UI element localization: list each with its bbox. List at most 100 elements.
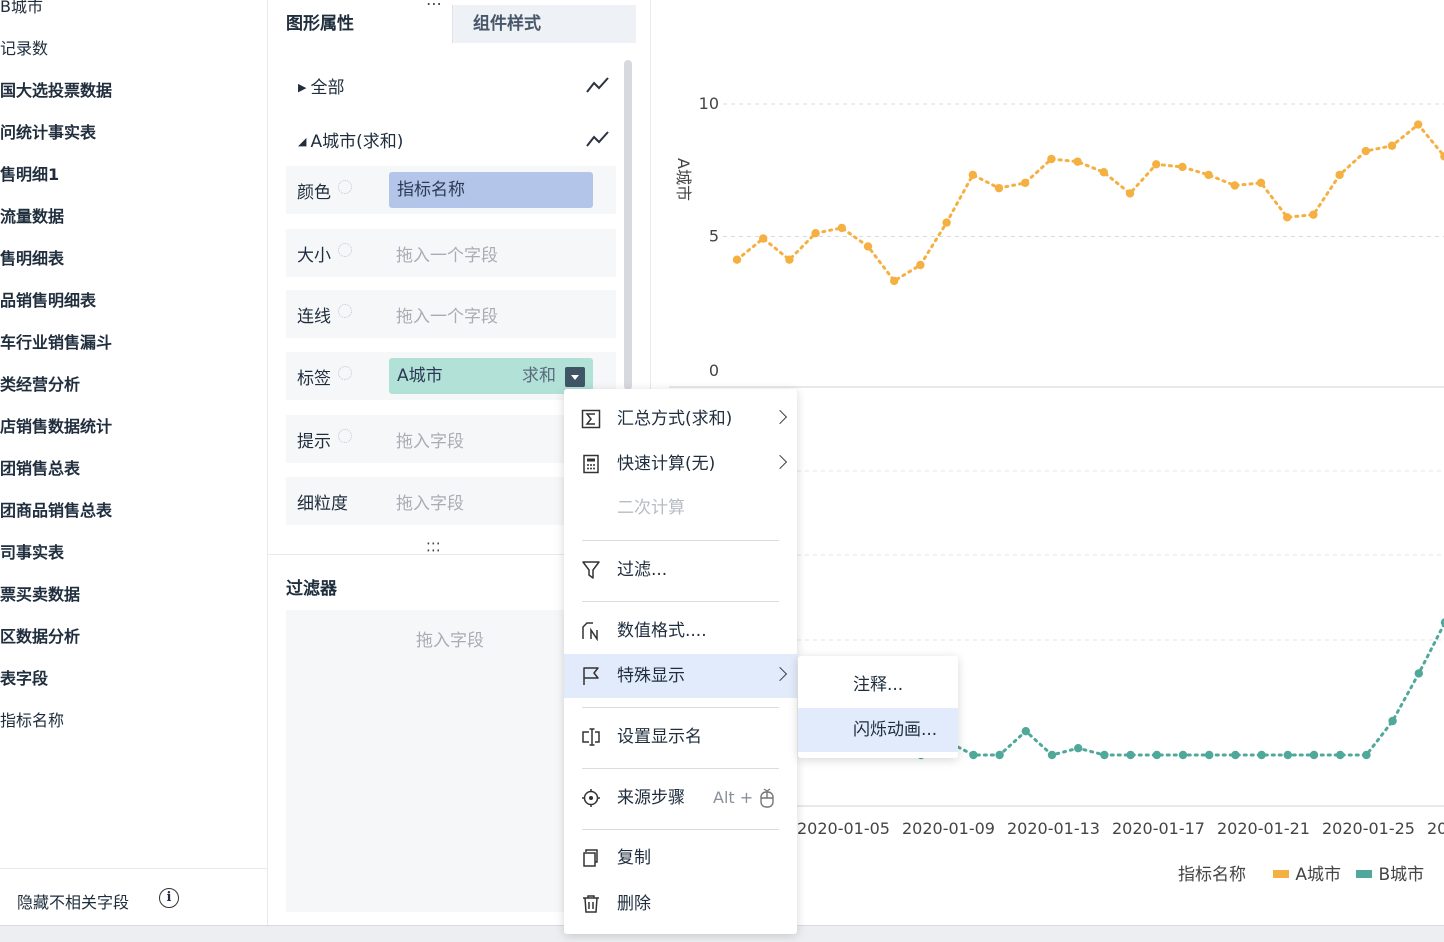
chart-legend: 指标名称 A城市 B城市	[1178, 860, 1424, 885]
series-b-line	[919, 621, 1444, 757]
submenu-flash-animation[interactable]: 闪烁动画...	[798, 708, 958, 752]
menu-separator	[582, 768, 779, 769]
legend-item-b[interactable]: B城市	[1378, 865, 1424, 885]
y-tick-label: 0	[709, 361, 719, 380]
field-item[interactable]: 店销售数据统计	[0, 417, 112, 437]
field-item[interactable]: 表字段	[0, 669, 48, 689]
series-b-point	[1178, 750, 1188, 760]
x-tick-label: 20	[1427, 819, 1444, 838]
field-item[interactable]: 团商品销售总表	[0, 501, 112, 521]
chevron-right-icon	[772, 666, 788, 682]
line-chart-icon[interactable]	[586, 75, 610, 95]
menu-summary-method[interactable]: 汇总方式(求和)	[564, 397, 797, 441]
menu-copy[interactable]: 复制	[564, 836, 797, 880]
gear-icon[interactable]	[338, 304, 352, 318]
prop-color-row: 颜色 指标名称	[286, 166, 616, 214]
filter-section-title: 过滤器	[286, 579, 337, 599]
granularity-drop-placeholder: 拖入字段	[396, 494, 464, 514]
group-all[interactable]: ▶ 全部	[298, 73, 344, 98]
vertical-scrollbar[interactable]	[624, 60, 632, 390]
field-item[interactable]: 指标名称	[0, 711, 64, 731]
series-b-point	[1231, 750, 1240, 760]
menu-set-display-name[interactable]: 设置显示名	[564, 715, 797, 759]
gear-icon[interactable]	[338, 366, 352, 380]
menu-delete[interactable]: 删除	[564, 882, 797, 926]
tab-component-style[interactable]: 组件样式	[452, 5, 636, 43]
hide-unrelated-toggle[interactable]: 隐藏不相关字段	[17, 889, 129, 913]
field-item[interactable]: 品销售明细表	[0, 291, 96, 311]
series-a-point	[968, 170, 977, 180]
field-item[interactable]: 国大选投票数据	[0, 81, 112, 101]
menu-separator	[582, 829, 779, 830]
x-tick-label: 2020-01-17	[1112, 819, 1205, 838]
series-a-point	[1021, 178, 1030, 188]
x-tick-label: 2020-01-09	[902, 819, 995, 838]
menu-quick-calc[interactable]: 快速计算(无)	[564, 442, 797, 486]
field-item[interactable]: 区数据分析	[0, 627, 80, 647]
series-b-point	[1152, 750, 1161, 760]
series-a-point	[1256, 178, 1266, 188]
gear-icon[interactable]	[338, 180, 352, 194]
series-b-point	[1388, 716, 1397, 726]
series-b-point	[1283, 750, 1292, 760]
menu-special-display[interactable]: 特殊显示	[564, 654, 797, 698]
label-field-agg: 求和	[522, 366, 556, 386]
series-a-point	[1178, 162, 1187, 172]
more-dots-icon[interactable]: ⋯	[426, 0, 443, 13]
prop-line-row[interactable]: 连线 拖入一个字段	[286, 290, 616, 338]
series-a-point	[732, 255, 742, 264]
gear-icon[interactable]	[338, 429, 352, 443]
legend-title: 指标名称	[1178, 865, 1246, 885]
series-b-point	[1336, 750, 1345, 760]
series-b-point	[1205, 750, 1214, 760]
series-b-point	[1100, 750, 1109, 760]
menu-quick-calc-label: 快速计算(无)	[617, 454, 716, 474]
series-b-point	[1074, 744, 1083, 753]
series-a-point	[1099, 168, 1108, 177]
field-item[interactable]: 车行业销售漏斗	[0, 333, 112, 353]
field-item[interactable]: 问统计事实表	[0, 123, 96, 143]
gear-icon[interactable]	[338, 243, 352, 257]
menu-separator	[582, 540, 779, 541]
line-chart-icon[interactable]	[586, 129, 610, 149]
group-city-a-sum[interactable]: ◢ A城市(求和)	[298, 127, 403, 152]
prop-size-row[interactable]: 大小 拖入一个字段	[286, 229, 616, 277]
field-item[interactable]: 记录数	[0, 39, 48, 59]
series-a-point	[785, 255, 794, 264]
series-a-point	[916, 260, 925, 270]
tab-graphic-properties[interactable]: 图形属性	[268, 5, 452, 43]
calculator-icon	[583, 454, 599, 474]
x-tick-label: 2020-01-25	[1322, 819, 1415, 838]
line-drop-placeholder: 拖入一个字段	[396, 307, 498, 327]
series-a-point	[890, 276, 899, 286]
panel-splitter-handle[interactable]: ⋮⋮	[261, 314, 267, 342]
resize-handle-dots[interactable]: ⋯ ⋯	[426, 536, 441, 558]
filter-drop-placeholder: 拖入字段	[416, 631, 484, 651]
field-item[interactable]: B城市	[0, 0, 43, 17]
menu-filter-label: 过滤...	[617, 560, 668, 580]
trash-icon	[583, 895, 599, 913]
field-item[interactable]: 票买卖数据	[0, 585, 80, 605]
field-item[interactable]: 团销售总表	[0, 459, 80, 479]
caret-right-icon: ▶	[298, 81, 307, 94]
submenu-annotation[interactable]: 注释...	[798, 663, 958, 707]
flag-icon	[583, 667, 599, 685]
menu-filter[interactable]: 过滤...	[564, 548, 797, 592]
y-axis-label: A城市	[674, 158, 693, 201]
legend-item-a[interactable]: A城市	[1295, 865, 1341, 885]
field-item[interactable]: 售明细表	[0, 249, 64, 269]
chevron-right-icon	[772, 454, 788, 470]
series-a-point	[1309, 210, 1318, 219]
field-item[interactable]: 流量数据	[0, 207, 64, 227]
color-field-pill[interactable]: 指标名称	[389, 172, 593, 208]
label-field-pill[interactable]: A城市 求和	[389, 358, 593, 394]
field-item[interactable]: 类经营分析	[0, 375, 80, 395]
field-list-panel: B城市记录数国大选投票数据 问统计事实表 售明细1 流量数据售明细表品销售明细表 车行业…	[0, 0, 268, 941]
dropdown-caret-icon[interactable]	[565, 367, 585, 387]
field-item[interactable]: 售明细1	[0, 165, 59, 185]
info-icon[interactable]: i	[159, 888, 179, 908]
menu-source-step[interactable]: 来源步骤 Alt +	[564, 776, 797, 820]
menu-separator	[582, 601, 779, 602]
field-item[interactable]: 司事实表	[0, 543, 64, 563]
menu-number-format[interactable]: 数值格式....	[564, 609, 797, 653]
